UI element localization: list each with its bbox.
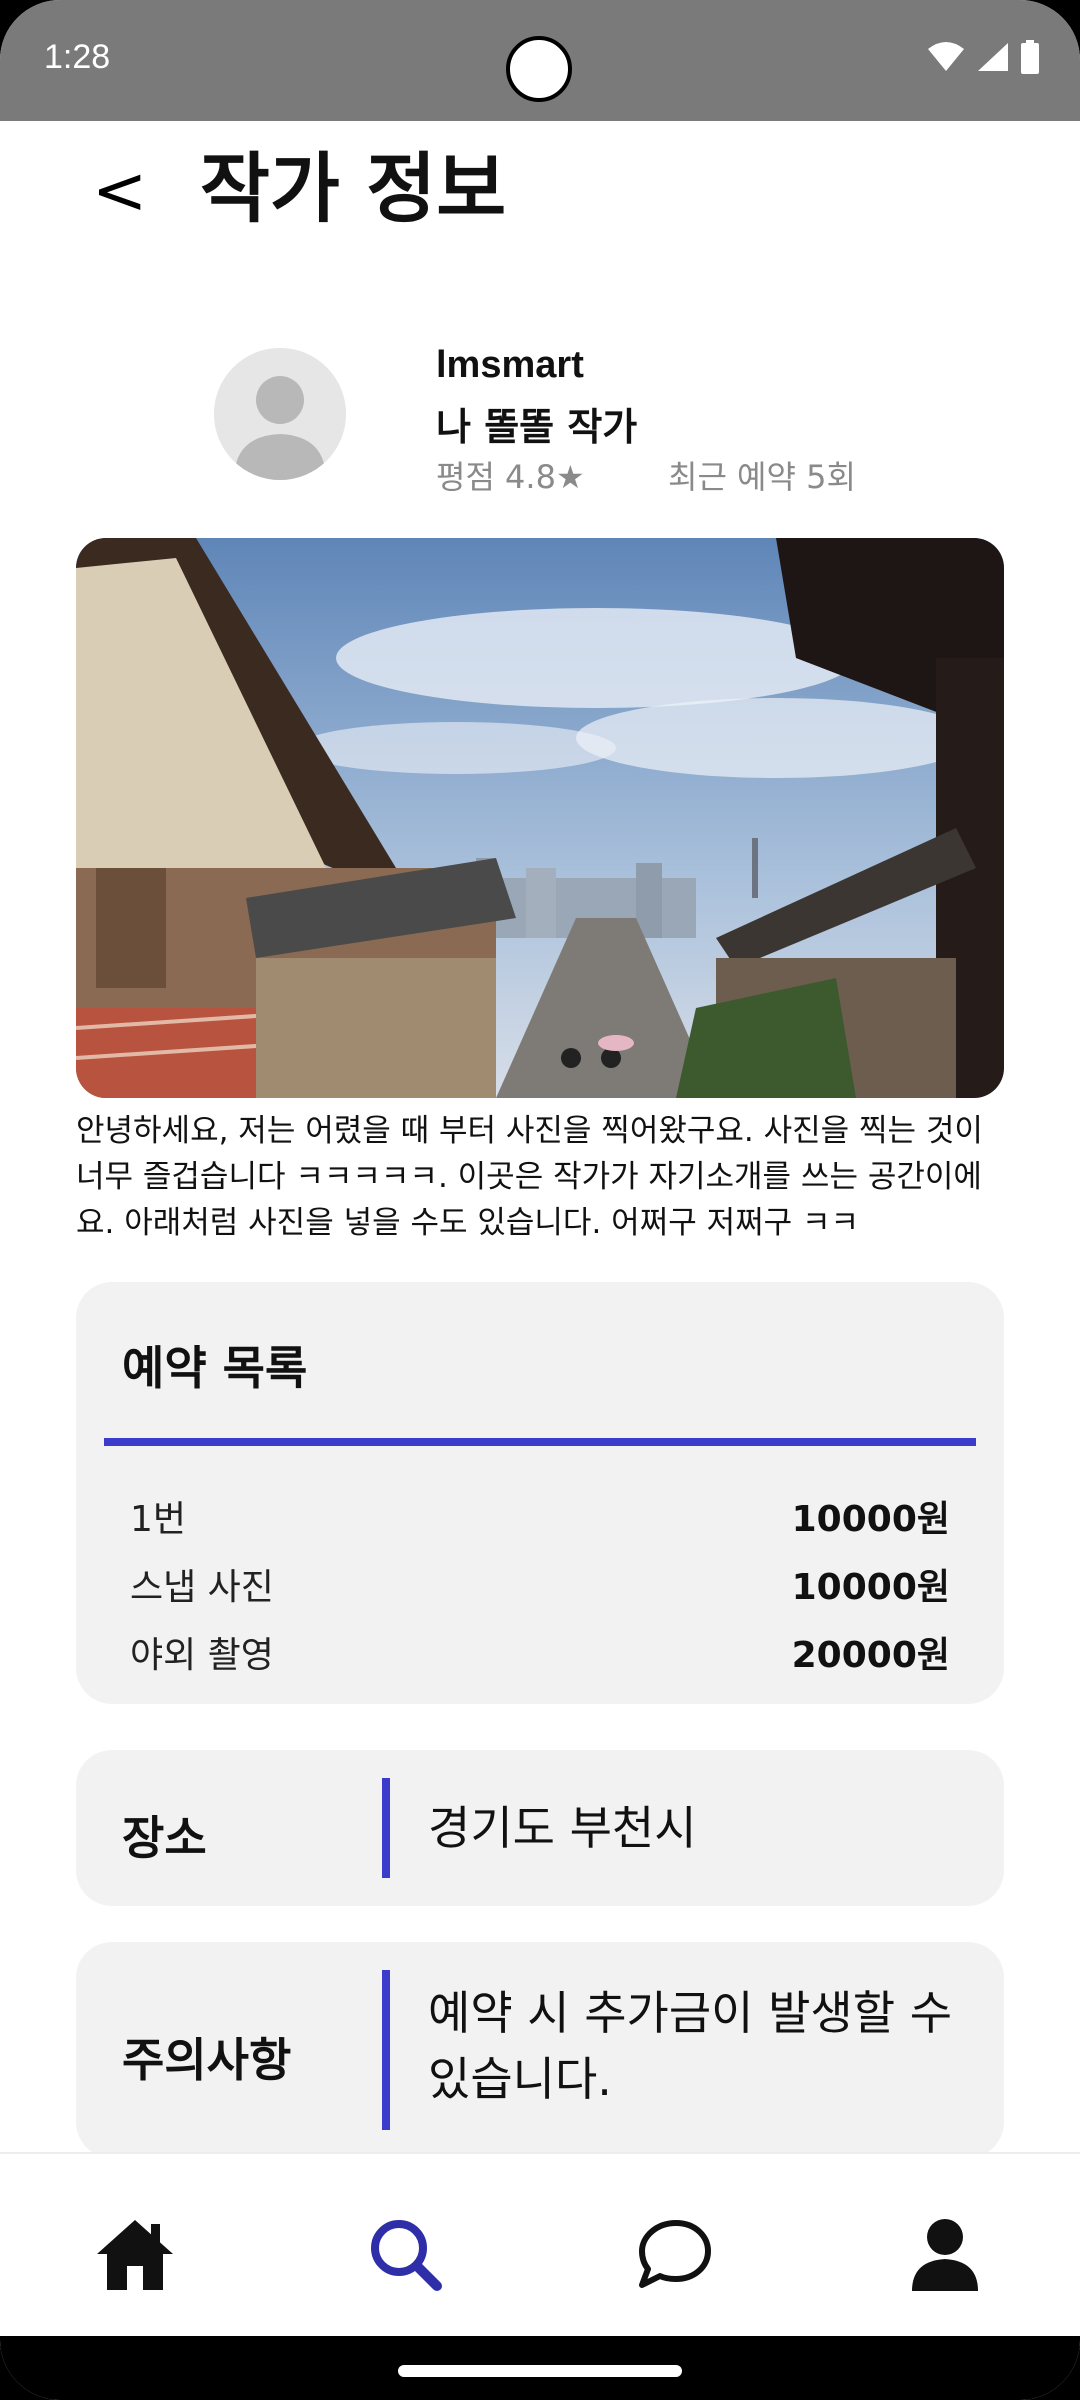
chat-icon	[639, 2220, 711, 2288]
booking-item-price: 10000원	[791, 1499, 950, 1540]
booking-item-name: 스냅 사진	[130, 1567, 274, 1608]
booking-item[interactable]: 스냅 사진 10000원	[130, 1550, 950, 1618]
bottom-nav	[0, 2152, 1080, 2336]
location-value: 경기도 부천시	[428, 1801, 697, 1855]
battery-icon	[1020, 40, 1040, 74]
booking-divider	[104, 1438, 976, 1446]
booking-list: 1번 10000원 스냅 사진 10000원 야외 촬영 20000원	[130, 1482, 950, 1686]
booking-item-name: 1번	[130, 1499, 187, 1540]
booking-title: 예약 목록	[122, 1341, 308, 1395]
home-gesture-handle[interactable]	[398, 2365, 682, 2377]
person-icon	[214, 348, 346, 480]
notice-divider	[382, 1970, 390, 2130]
booking-card: 예약 목록 1번 10000원 스냅 사진 10000원 야외 촬영 20000…	[76, 1282, 1004, 1704]
signal-icon	[976, 41, 1010, 73]
status-bar: 1:28	[0, 0, 1080, 121]
booking-item-price: 20000원	[791, 1635, 950, 1676]
nav-profile[interactable]	[900, 2209, 990, 2299]
avatar	[214, 348, 346, 480]
wifi-icon	[926, 41, 966, 73]
notice-card: 주의사항 예약 시 추가금이 발생할 수 있습니다.	[76, 1942, 1004, 2158]
page-header: < 작가 정보	[0, 121, 1080, 251]
booking-item[interactable]: 야외 촬영 20000원	[130, 1618, 950, 1686]
front-camera	[506, 36, 572, 102]
location-card: 장소 경기도 부천시	[76, 1750, 1004, 1906]
page-title: 작가 정보	[200, 144, 507, 233]
portfolio-photo[interactable]	[76, 538, 1004, 1098]
profile-rating: 평점 4.8★	[436, 458, 585, 496]
home-icon	[97, 2220, 173, 2290]
search-icon	[371, 2220, 442, 2291]
profile-icon	[912, 2219, 978, 2291]
back-button[interactable]: <	[92, 141, 147, 241]
profile-username: lmsmart	[436, 344, 584, 386]
booking-item-name: 야외 촬영	[130, 1635, 274, 1676]
booking-item[interactable]: 1번 10000원	[130, 1482, 950, 1550]
profile-recent-bookings: 최근 예약 5회	[668, 458, 856, 496]
location-divider	[382, 1778, 390, 1878]
intro-text: 안녕하세요, 저는 어렸을 때 부터 사진을 찍어왔구요. 사진을 찍는 것이 …	[76, 1113, 983, 1241]
app-screen: 1:28 < 작가 정보 lmsmart 나 똘똘 작가 평점 4.8★ 최근 …	[0, 0, 1080, 2400]
notice-label: 주의사항	[122, 2033, 292, 2087]
notice-value: 예약 시 추가금이 발생할 수 있습니다.	[428, 1986, 953, 2106]
booking-item-price: 10000원	[791, 1567, 950, 1608]
nav-search[interactable]	[360, 2209, 450, 2299]
status-icons	[926, 40, 1040, 74]
status-time: 1:28	[44, 38, 111, 76]
location-label: 장소	[122, 1811, 207, 1865]
profile-display-name: 나 똘똘 작가	[436, 405, 638, 449]
nav-chat[interactable]	[630, 2209, 720, 2299]
nav-home[interactable]	[90, 2209, 180, 2299]
